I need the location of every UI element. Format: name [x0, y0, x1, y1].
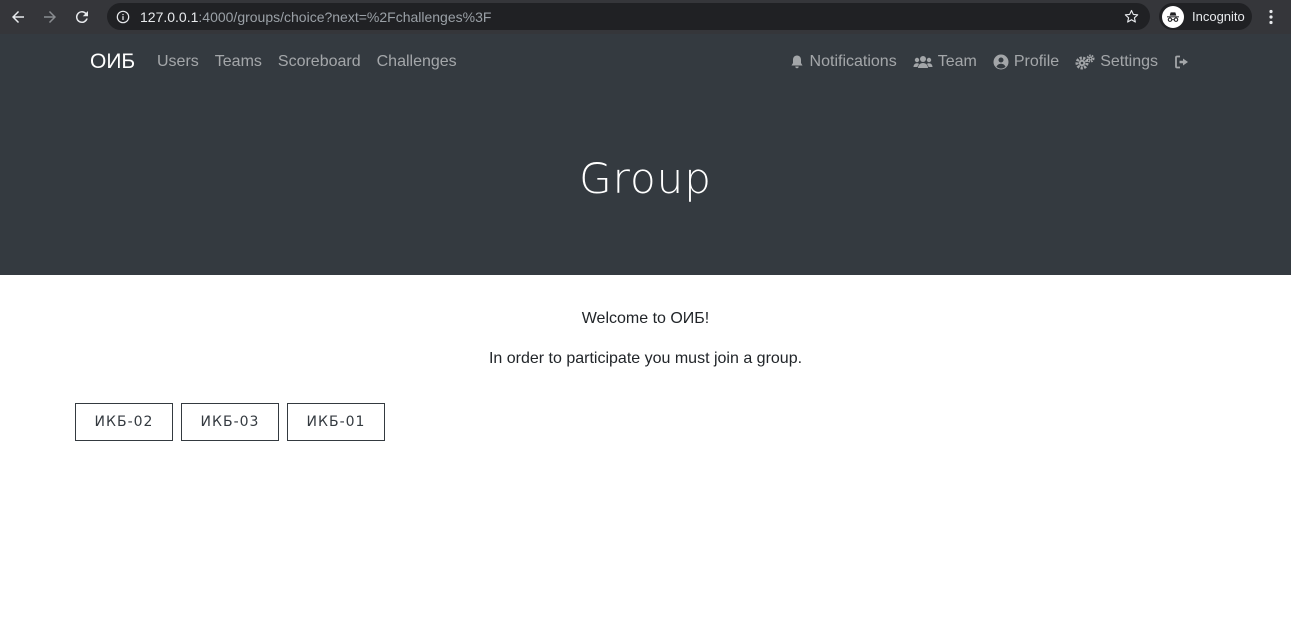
site-header: ОИБ Users Teams Scoreboard Challenges No…: [0, 34, 1291, 275]
nav-logout[interactable]: [1174, 53, 1190, 71]
nav-challenges[interactable]: Challenges: [377, 53, 457, 71]
group-button-ikb-03[interactable]: ИКБ-03: [181, 403, 279, 441]
nav-notifications[interactable]: Notifications: [789, 53, 897, 71]
nav-left: Users Teams Scoreboard Challenges: [157, 53, 457, 71]
nav-notifications-label: Notifications: [809, 53, 897, 70]
users-icon: [913, 56, 933, 68]
group-button-ikb-01[interactable]: ИКБ-01: [287, 403, 385, 441]
navbar: ОИБ Users Teams Scoreboard Challenges No…: [0, 34, 1291, 94]
nav-right: Notifications Team Profile Settings: [789, 53, 1190, 71]
nav-settings[interactable]: Settings: [1075, 53, 1158, 71]
group-list: ИКБ-02 ИКБ-03 ИКБ-01: [75, 403, 385, 441]
forward-button[interactable]: [34, 0, 66, 34]
nav-team[interactable]: Team: [913, 53, 977, 71]
bookmark-star-icon[interactable]: [1123, 8, 1140, 25]
reload-icon: [75, 11, 88, 24]
incognito-icon: [1162, 5, 1184, 28]
incognito-indicator[interactable]: Incognito: [1159, 3, 1252, 30]
nav-teams[interactable]: Teams: [215, 53, 262, 71]
brand-link[interactable]: ОИБ: [90, 50, 135, 74]
nav-team-label: Team: [937, 53, 977, 70]
nav-profile-label: Profile: [1013, 53, 1060, 70]
arrow-right-icon: [44, 11, 56, 23]
back-button[interactable]: [2, 0, 34, 34]
instruction-text: In order to participate you must join a …: [488, 350, 803, 367]
logout-icon: [1175, 55, 1188, 69]
address-bar[interactable]: 127.0.0.1:4000/groups/choice?next=%2Fcha…: [107, 3, 1150, 30]
nav-profile[interactable]: Profile: [993, 53, 1059, 71]
arrow-left-icon: [12, 11, 24, 23]
url-path: :4000/groups/choice?next=%2Fchallenges%3…: [198, 8, 492, 25]
kebab-menu-icon[interactable]: [1262, 8, 1280, 26]
url-host: 127.0.0.1: [140, 8, 199, 25]
nav-scoreboard[interactable]: Scoreboard: [278, 53, 361, 71]
reload-button[interactable]: [66, 0, 98, 34]
welcome-text: Welcome to ОИБ!: [581, 310, 710, 327]
incognito-label: Incognito: [1192, 9, 1245, 24]
page-title: Group: [579, 154, 712, 203]
nav-users[interactable]: Users: [157, 53, 199, 71]
bell-icon: [791, 55, 803, 69]
browser-toolbar: 127.0.0.1:4000/groups/choice?next=%2Fcha…: [0, 0, 1291, 34]
url-text: 127.0.0.1:4000/groups/choice?next=%2Fcha…: [140, 9, 491, 25]
user-circle-icon: [993, 54, 1009, 70]
gears-icon: [1075, 54, 1095, 70]
group-button-ikb-02[interactable]: ИКБ-02: [75, 403, 173, 441]
nav-settings-label: Settings: [1100, 53, 1158, 70]
info-icon: [116, 10, 130, 23]
